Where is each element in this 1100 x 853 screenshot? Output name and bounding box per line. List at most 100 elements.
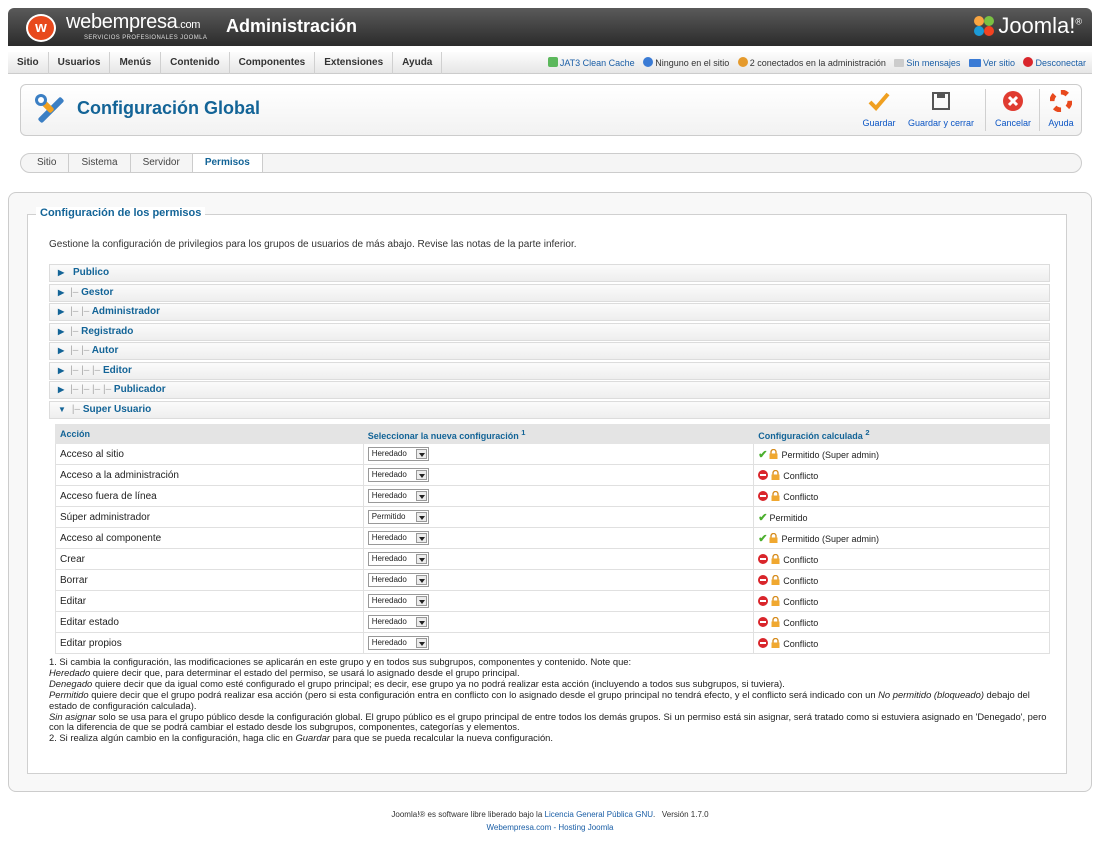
calculated-cell: ✔ Permitido (Super admin) <box>753 443 1050 465</box>
chevron-down-icon <box>415 449 427 459</box>
group-row-editor[interactable]: ▶ |– |– |– Editor <box>49 361 1050 380</box>
action-cell: Editar <box>55 590 364 612</box>
action-label: Acceso al componente <box>60 532 162 544</box>
messages-label: Sin mensajes <box>906 58 961 68</box>
menu-item-componentes[interactable]: Componentes <box>230 52 316 74</box>
admin-users-icon <box>737 57 748 67</box>
admin-users-status: 2 conectados en la administración <box>737 57 886 68</box>
view-site-link[interactable]: Ver sitio <box>968 58 1015 68</box>
help-button[interactable]: Ayuda <box>1045 89 1077 128</box>
setting-select[interactable]: Heredado <box>367 489 429 503</box>
cancel-button[interactable]: Cancelar <box>991 90 1035 128</box>
permissions-table: Acción Seleccionar la nueva configuració… <box>55 424 1050 654</box>
group-row-autor[interactable]: ▶ |– |– Autor <box>49 342 1050 360</box>
text-heredado: quiere decir que, para determinar el est… <box>90 666 520 678</box>
text-denegado: quiere decir que da igual como esté conf… <box>92 677 785 689</box>
group-row-publicador[interactable]: ▶ |– |– |– |– Publicador <box>49 381 1050 399</box>
tab-sistema[interactable]: Sistema <box>69 154 131 172</box>
group-indent: |– |– <box>70 345 90 356</box>
term-denegado: Denegado <box>49 677 93 689</box>
page-footer: Joomla!® es software libre liberado bajo… <box>0 808 1100 834</box>
group-row-publico[interactable]: ▶ Publico <box>49 264 1050 282</box>
setting-select-value: Heredado <box>371 533 407 542</box>
webempresa-logo-icon: w <box>26 14 56 42</box>
footer-pre: Joomla!® es software libre liberado bajo… <box>391 810 545 819</box>
action-cell: Acceso a la administración <box>55 464 364 486</box>
tab-servidor[interactable]: Servidor <box>131 154 193 172</box>
allowed-check-icon: ✔ <box>758 448 768 461</box>
monitor-icon <box>968 59 981 67</box>
setting-select[interactable]: Heredado <box>367 615 429 629</box>
lock-icon <box>771 469 780 480</box>
group-list: ▶ Publico ▶ |– Gestor ▶ |– |– Administrado… <box>49 264 1050 420</box>
messages-link[interactable]: Sin mensajes <box>894 58 960 68</box>
menu-item-contenido[interactable]: Contenido <box>161 52 230 74</box>
chevron-down-icon <box>415 596 427 606</box>
column-header-select-label: Seleccionar la nueva configuración <box>367 430 519 441</box>
chevron-down-icon <box>415 554 427 564</box>
calculated-cell: Conflicto <box>753 632 1050 654</box>
group-row-gestor[interactable]: ▶ |– Gestor <box>49 283 1050 302</box>
calculated-cell: Conflicto <box>753 590 1050 612</box>
table-row: Acceso al sitio Heredado ✔ Permitido (Super… <box>55 443 1050 465</box>
denied-icon <box>758 616 769 627</box>
term-heredado: Heredado <box>49 666 91 678</box>
hosting-link[interactable]: Webempresa.com - Hosting Joomla <box>0 821 1100 834</box>
table-row: Acceso al componente Heredado ✔ Permitido (… <box>55 527 1050 549</box>
help-lifebuoy-icon <box>1049 89 1073 113</box>
menu-item-ayuda[interactable]: Ayuda <box>393 52 443 74</box>
allowed-check-icon: ✔ <box>758 511 768 524</box>
group-row-registrado[interactable]: ▶ |– Registrado <box>49 322 1050 341</box>
column-header-calc-label: Configuración calculada <box>758 430 863 441</box>
table-row: Editar estado Heredado Conflicto <box>55 611 1050 633</box>
group-row-administrador[interactable]: ▶ |– |– Administrador <box>49 303 1050 321</box>
users-icon <box>643 57 654 67</box>
column-header-select: Seleccionar la nueva configuración 1 <box>362 424 755 444</box>
group-indent: |– |– |– |– <box>70 384 112 395</box>
denied-icon <box>758 574 769 585</box>
action-label: Acceso al sitio <box>60 448 124 460</box>
calculated-cell: ✔ Permitido <box>753 506 1050 528</box>
note-2: 2. Si realiza algún cambio en la configu… <box>49 732 1059 744</box>
permissions-legend: Configuración de los permisos <box>36 207 206 219</box>
wrench-screwdriver-icon <box>35 94 64 123</box>
calculated-cell: Conflicto <box>753 569 1050 591</box>
term-sin-asignar: Sin asignar <box>49 710 96 722</box>
setting-select[interactable]: Heredado <box>367 531 429 545</box>
table-row: Crear Heredado Conflicto <box>55 548 1050 570</box>
table-header-row: Acción Seleccionar la nueva configuració… <box>55 424 1050 444</box>
clean-cache-link[interactable]: JAT3 Clean Cache <box>547 57 635 68</box>
setting-select[interactable]: Heredado <box>367 552 429 566</box>
setting-select[interactable]: Permitido <box>367 510 429 524</box>
license-link[interactable]: Licencia General Pública GNU <box>545 810 654 819</box>
save-label: Guardar <box>862 118 896 128</box>
menu-item-usuarios[interactable]: Usuarios <box>49 52 111 74</box>
joomla-mark-icon <box>974 16 995 36</box>
chevron-down-icon <box>415 575 427 585</box>
logout-link[interactable]: Desconectar <box>1023 57 1086 68</box>
save-and-close-button[interactable]: Guardar y cerrar <box>905 90 977 128</box>
mail-icon <box>894 59 905 67</box>
setting-select[interactable]: Heredado <box>367 468 429 482</box>
save-button[interactable]: Guardar <box>861 90 897 128</box>
calculated-label: Permitido <box>769 512 808 523</box>
menu-item-menus[interactable]: Menús <box>110 52 162 74</box>
save-and-close-label: Guardar y cerrar <box>907 118 975 128</box>
chevron-down-icon <box>415 512 427 522</box>
toolbar: Configuración Global Guardar Guardar y c… <box>20 84 1082 136</box>
action-cell: Acceso fuera de línea <box>55 485 364 507</box>
menu-item-sitio[interactable]: Sitio <box>8 52 49 74</box>
note-2-pre: 2. Si realiza algún cambio en la configu… <box>49 732 296 744</box>
menu-item-extensiones[interactable]: Extensiones <box>315 52 394 74</box>
setting-select[interactable]: Heredado <box>367 447 429 461</box>
setting-select[interactable]: Heredado <box>367 594 429 608</box>
tab-sitio[interactable]: Sitio <box>21 154 70 172</box>
setting-select[interactable]: Heredado <box>367 573 429 587</box>
setting-select-value: Heredado <box>371 596 407 605</box>
setting-select[interactable]: Heredado <box>367 636 429 650</box>
text-sin-asignar: solo se usa para el grupo público desde … <box>49 710 1047 733</box>
permissions-intro: Gestione la configuración de privilegios… <box>49 239 577 250</box>
group-row-super-usuario[interactable]: ▼ |– Super Usuario <box>49 400 1050 419</box>
lock-icon <box>771 490 780 501</box>
tab-permisos[interactable]: Permisos <box>192 154 263 172</box>
